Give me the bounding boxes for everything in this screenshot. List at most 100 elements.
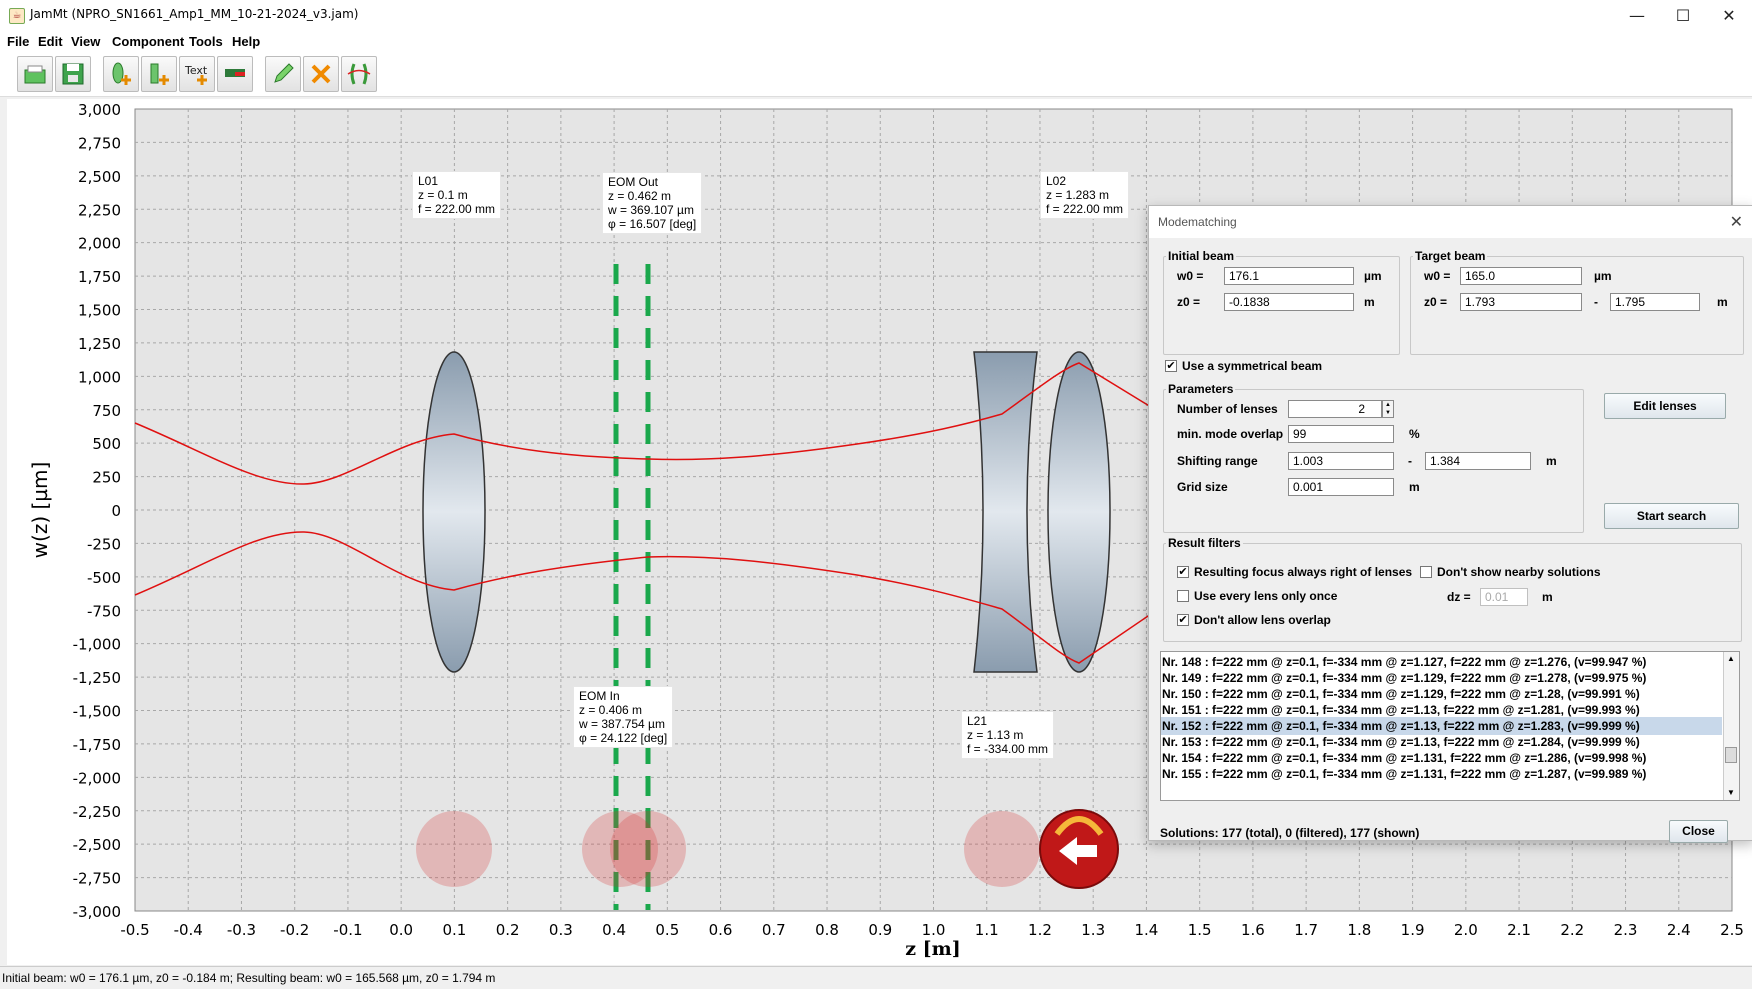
overlap-input[interactable]: 99	[1288, 425, 1394, 443]
rotate-handle-eom-out-icon[interactable]	[610, 811, 686, 887]
open-button[interactable]	[17, 56, 53, 92]
target-z0-to-input[interactable]: 1.795	[1610, 293, 1700, 311]
menu-component[interactable]: Component	[112, 34, 184, 49]
target-z0-dash: -	[1594, 295, 1598, 309]
x-tick-label: 0.7	[762, 921, 786, 939]
y-tick-label: -1,750	[73, 736, 121, 754]
y-tick-label: 2,500	[78, 168, 121, 186]
initial-w0-input[interactable]: 176.1	[1224, 267, 1354, 285]
rotate-handle-l02-icon[interactable]	[1039, 809, 1119, 889]
lens-l21[interactable]	[973, 351, 1038, 673]
lens-overlap-checkbox[interactable]: ✔	[1177, 614, 1189, 626]
scroll-down-icon[interactable]: ▼	[1727, 788, 1735, 797]
y-tick-labels: 3,000 2,750 2,500 2,250 2,000 1,750 1,500 1,250…	[73, 101, 121, 921]
menu-tools[interactable]: Tools	[189, 34, 223, 49]
y-tick-label: 1,500	[78, 302, 121, 320]
y-tick-label: 2,750	[78, 134, 121, 152]
label-l01[interactable]: L01 z = 0.1 m f = 222.00 mm	[412, 171, 502, 219]
scroll-up-icon[interactable]: ▲	[1727, 654, 1735, 663]
y-tick-label: -2,750	[73, 870, 121, 888]
save-icon	[62, 63, 84, 85]
add-lens-icon	[112, 62, 131, 85]
symmetrical-beam-checkbox[interactable]: ✔	[1165, 360, 1177, 372]
dz-input[interactable]: 0.01	[1480, 588, 1528, 606]
label-l01-z: z = 0.1 m	[418, 188, 468, 202]
dialog-close-icon[interactable]: ✕	[1730, 212, 1743, 232]
x-tick-label: 1.0	[922, 921, 946, 939]
add-text-button[interactable]: Text	[179, 56, 215, 92]
nearby-checkbox[interactable]	[1420, 566, 1432, 578]
grid-input[interactable]: 0.001	[1288, 478, 1394, 496]
y-tick-label: 250	[92, 469, 121, 487]
solutions-summary: Solutions: 177 (total), 0 (filtered), 17…	[1160, 826, 1420, 840]
rotate-handle-l01-icon[interactable]	[416, 811, 492, 887]
shift-label: Shifting range	[1177, 454, 1258, 468]
lens-l02[interactable]	[1047, 351, 1111, 673]
menu-file[interactable]: File	[7, 34, 29, 49]
initial-z0-input[interactable]: -0.1838	[1224, 293, 1354, 311]
y-tick-label: 3,000	[78, 101, 121, 119]
label-l21[interactable]: L21 z = 1.13 m f = -334.00 mm	[961, 711, 1055, 759]
minimize-button[interactable]: —	[1614, 0, 1660, 31]
x-tick-label: 2.0	[1454, 921, 1478, 939]
target-w0-input[interactable]: 165.0	[1460, 267, 1582, 285]
initial-z0-unit: m	[1364, 295, 1375, 309]
title-bar: ☕ JamMt (NPRO_SN1661_Amp1_MM_10-21-2024_…	[0, 0, 1752, 31]
label-l02[interactable]: L02 z = 1.283 m f = 222.00 mm	[1040, 171, 1130, 219]
target-z0-from-input[interactable]: 1.793	[1460, 293, 1582, 311]
rotate-handle-l21-icon[interactable]	[964, 811, 1040, 887]
shift-to-input[interactable]: 1.384	[1425, 452, 1531, 470]
results-list[interactable]: Nr. 148 : f=222 mm @ z=0.1, f=-334 mm @ …	[1160, 651, 1740, 801]
x-tick-label: 0.8	[815, 921, 839, 939]
open-icon	[24, 65, 46, 84]
edit-button[interactable]	[265, 56, 301, 92]
modematching-button[interactable]	[341, 56, 377, 92]
result-row[interactable]: Nr. 155 : f=222 mm @ z=0.1, f=-334 mm @ …	[1161, 765, 1722, 783]
scroll-thumb[interactable]	[1725, 747, 1737, 763]
y-tick-label: 1,750	[78, 268, 121, 286]
y-tick-label: 2,000	[78, 235, 121, 253]
label-l21-z: z = 1.13 m	[967, 728, 1024, 742]
start-search-button[interactable]: Start search	[1604, 503, 1739, 529]
modematching-dialog: Modematching ✕ Initial beam w0 = 176.1 µ…	[1148, 205, 1752, 843]
y-tick-label: 1,250	[78, 335, 121, 353]
lens-once-checkbox[interactable]	[1177, 590, 1189, 602]
label-eom-in[interactable]: EOM In z = 0.406 m w = 387.754 µm φ = 24…	[573, 686, 674, 748]
y-tick-label: 1,000	[78, 368, 121, 386]
x-tick-label: 1.6	[1241, 921, 1265, 939]
menu-edit[interactable]: Edit	[38, 34, 63, 49]
x-tick-label: 1.5	[1188, 921, 1212, 939]
delete-button[interactable]	[303, 56, 339, 92]
grid-unit: m	[1409, 480, 1420, 494]
add-beam-button[interactable]	[141, 56, 177, 92]
lenses-spinner[interactable]: 2	[1288, 400, 1382, 418]
edit-lenses-button[interactable]: Edit lenses	[1604, 393, 1726, 419]
label-l02-f: f = 222.00 mm	[1046, 202, 1124, 216]
add-text-icon: Text	[184, 64, 208, 85]
focus-right-checkbox[interactable]: ✔	[1177, 566, 1189, 578]
add-measure-button[interactable]	[217, 56, 253, 92]
lenses-spinner-arrows-icon[interactable]: ▲ ▼	[1382, 400, 1394, 418]
y-tick-label: 2,250	[78, 201, 121, 219]
lens-overlap-label: Don't allow lens overlap	[1194, 613, 1331, 627]
status-bar: Initial beam: w0 = 176.1 µm, z0 = -0.184…	[0, 966, 1752, 989]
close-window-button[interactable]: ✕	[1706, 0, 1752, 31]
add-beam-icon	[150, 63, 169, 85]
shift-from-input[interactable]: 1.003	[1288, 452, 1394, 470]
add-lens-button[interactable]	[103, 56, 139, 92]
label-l02-name: L02	[1046, 174, 1067, 188]
menu-view[interactable]: View	[71, 34, 100, 49]
lens-l01[interactable]	[422, 351, 486, 673]
x-tick-label: -0.5	[120, 921, 149, 939]
save-button[interactable]	[55, 56, 91, 92]
maximize-button[interactable]: ☐	[1660, 0, 1706, 31]
y-tick-label: -2,250	[73, 803, 121, 821]
label-eom-out[interactable]: EOM Out z = 0.462 m w = 369.107 µm φ = 1…	[602, 172, 703, 234]
dz-unit: m	[1542, 590, 1553, 604]
results-scrollbar[interactable]: ▲ ▼	[1723, 652, 1739, 800]
menu-help[interactable]: Help	[232, 34, 260, 49]
focus-right-label: Resulting focus always right of lenses	[1194, 565, 1413, 579]
delete-x-icon	[311, 64, 331, 84]
initial-z0-label: z0 =	[1177, 295, 1201, 309]
close-button[interactable]: Close	[1669, 820, 1728, 843]
